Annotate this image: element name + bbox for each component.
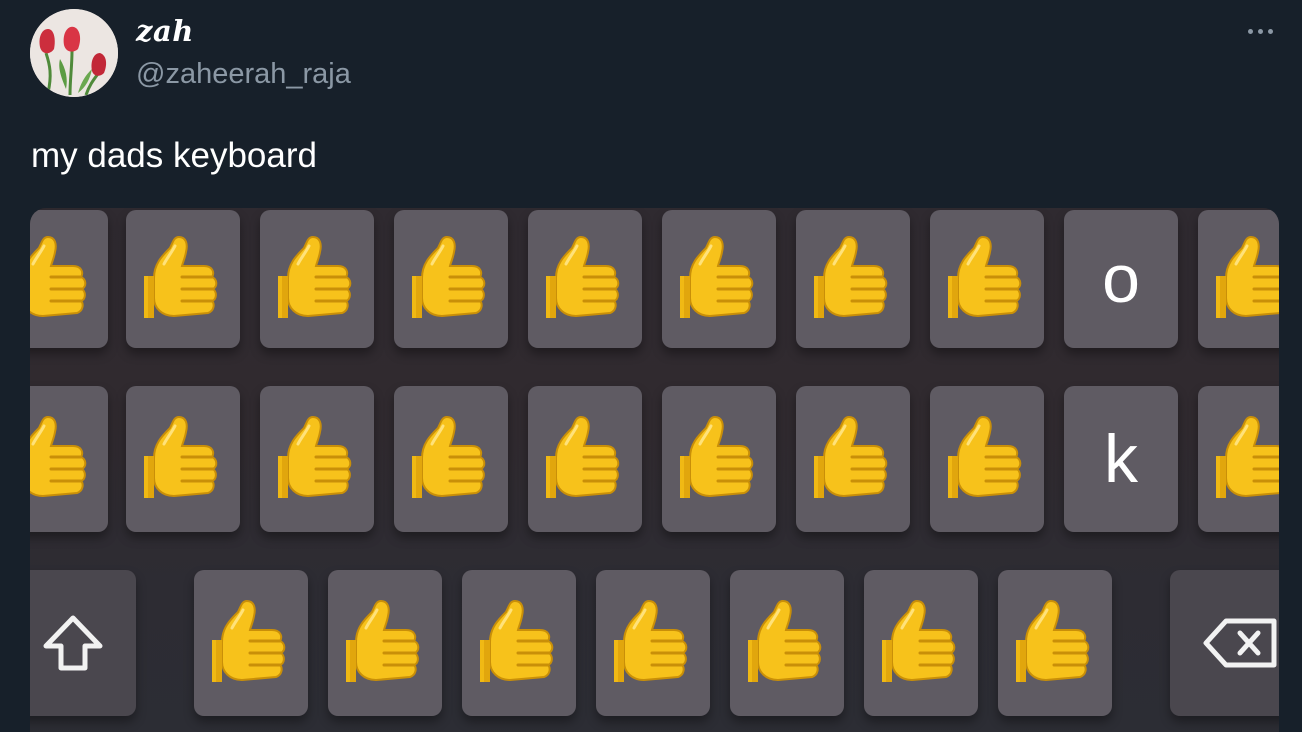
thumbs-up-emoji (210, 598, 292, 688)
key-letter-k: k (1104, 421, 1138, 497)
keyboard-key-thumbs-up (1198, 386, 1279, 532)
thumbs-up-emoji (276, 414, 358, 504)
thumbs-up-emoji (812, 414, 894, 504)
thumbs-up-emoji (946, 414, 1028, 504)
keyboard-key-thumbs-up (394, 210, 508, 348)
tweet-media-image[interactable]: o k (30, 208, 1279, 732)
keyboard-key-thumbs-up (730, 570, 844, 716)
thumbs-up-emoji (612, 598, 694, 688)
thumbs-up-emoji (678, 414, 760, 504)
keyboard-key-thumbs-up (1198, 210, 1279, 348)
keyboard-key-thumbs-up (260, 210, 374, 348)
keyboard-key-k: k (1064, 386, 1178, 532)
keyboard-key-backspace (1170, 570, 1279, 716)
keyboard-key-thumbs-up (126, 210, 240, 348)
keyboard-key-thumbs-up (30, 210, 108, 348)
keyboard-key-thumbs-up (662, 210, 776, 348)
avatar[interactable] (30, 9, 118, 97)
thumbs-up-emoji (1014, 598, 1096, 688)
more-options-icon[interactable] (1240, 18, 1280, 44)
keyboard-key-thumbs-up (194, 570, 308, 716)
display-name[interactable]: zah (136, 14, 194, 48)
shift-arrow-icon (43, 615, 103, 671)
keyboard-key-thumbs-up (998, 570, 1112, 716)
keyboard-key-shift (30, 570, 136, 716)
thumbs-up-emoji (544, 414, 626, 504)
keyboard-key-thumbs-up (796, 210, 910, 348)
thumbs-up-emoji (678, 234, 760, 324)
thumbs-up-emoji (812, 234, 894, 324)
thumbs-up-emoji (746, 598, 828, 688)
keyboard-key-thumbs-up (930, 386, 1044, 532)
thumbs-up-emoji (142, 234, 224, 324)
thumbs-up-emoji (30, 414, 93, 504)
thumbs-up-emoji (410, 234, 492, 324)
keyboard-key-thumbs-up (864, 570, 978, 716)
keyboard-key-thumbs-up (260, 386, 374, 532)
thumbs-up-emoji (344, 598, 426, 688)
user-handle[interactable]: @zaheerah_raja (136, 58, 351, 91)
thumbs-up-emoji (478, 598, 560, 688)
tulips-image (30, 9, 118, 97)
keyboard-key-thumbs-up (662, 386, 776, 532)
key-letter-o: o (1102, 241, 1140, 317)
thumbs-up-emoji (1214, 234, 1279, 324)
thumbs-up-emoji (946, 234, 1028, 324)
thumbs-up-emoji (1214, 414, 1279, 504)
thumbs-up-emoji (142, 414, 224, 504)
backspace-icon (1203, 618, 1277, 668)
keyboard-key-thumbs-up (126, 386, 240, 532)
keyboard-key-thumbs-up (930, 210, 1044, 348)
keyboard-key-thumbs-up (528, 210, 642, 348)
keyboard-key-thumbs-up (796, 386, 910, 532)
thumbs-up-emoji (276, 234, 358, 324)
tweet-text: my dads keyboard (31, 136, 317, 175)
keyboard-key-thumbs-up (462, 570, 576, 716)
thumbs-up-emoji (410, 414, 492, 504)
thumbs-up-emoji (544, 234, 626, 324)
keyboard-key-thumbs-up (528, 386, 642, 532)
keyboard-key-thumbs-up (596, 570, 710, 716)
keyboard-key-thumbs-up (394, 386, 508, 532)
tweet-card: zah @zaheerah_raja my dads keyboard o k (0, 0, 1302, 732)
keyboard-key-thumbs-up (30, 386, 108, 532)
thumbs-up-emoji (880, 598, 962, 688)
keyboard-key-thumbs-up (328, 570, 442, 716)
thumbs-up-emoji (30, 234, 93, 324)
keyboard-key-o: o (1064, 210, 1178, 348)
